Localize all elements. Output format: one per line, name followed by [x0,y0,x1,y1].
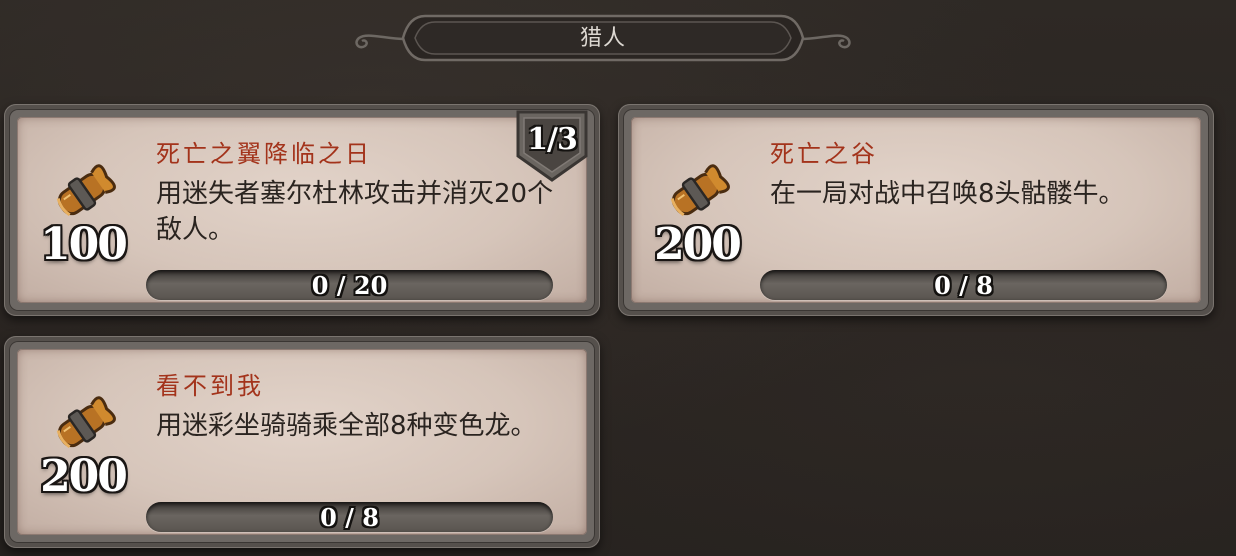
progress-bar: 0 / 8 [760,270,1167,300]
quest-description: 用迷彩坐骑骑乘全部8种变色龙。 [156,411,537,441]
progress-bar: 0 / 8 [146,502,553,532]
quest-description: 用迷失者塞尔杜林攻击并消灭20个敌人。 [156,179,554,245]
quest-description: 在一局对战中召唤8头骷髅牛。 [770,179,1125,209]
progress-text: 0 / 20 [311,270,388,300]
quest-card[interactable]: 200 死亡之谷 在一局对战中召唤8头骷髅牛。 0 / 8 [618,104,1214,316]
class-header-banner: 猎人 [345,12,861,64]
quest-title: 死亡之谷 [770,140,878,168]
quest-card[interactable]: 100 死亡之翼降临之日 用迷失者塞尔杜林攻击并消灭20个敌人。 0 / 20 … [4,104,600,316]
progress-text: 0 / 8 [934,270,993,300]
quest-card[interactable]: 200 看不到我 用迷彩坐骑骑乘全部8种变色龙。 0 / 8 [4,336,600,548]
quest-title: 看不到我 [156,372,264,400]
quest-chain-badge: 1/3 [514,110,590,182]
reward: 200 [638,154,756,274]
progress-bar: 0 / 20 [146,270,553,300]
reward-amount: 200 [40,451,128,502]
reward: 100 [24,154,142,274]
progress-text: 0 / 8 [320,502,379,532]
reward-amount: 100 [40,219,128,270]
quest-title: 死亡之翼降临之日 [156,140,372,168]
quest-chain-step: 1/3 [527,122,578,157]
class-title: 猎人 [579,26,626,51]
reward: 200 [24,386,142,506]
reward-amount: 200 [654,219,742,270]
